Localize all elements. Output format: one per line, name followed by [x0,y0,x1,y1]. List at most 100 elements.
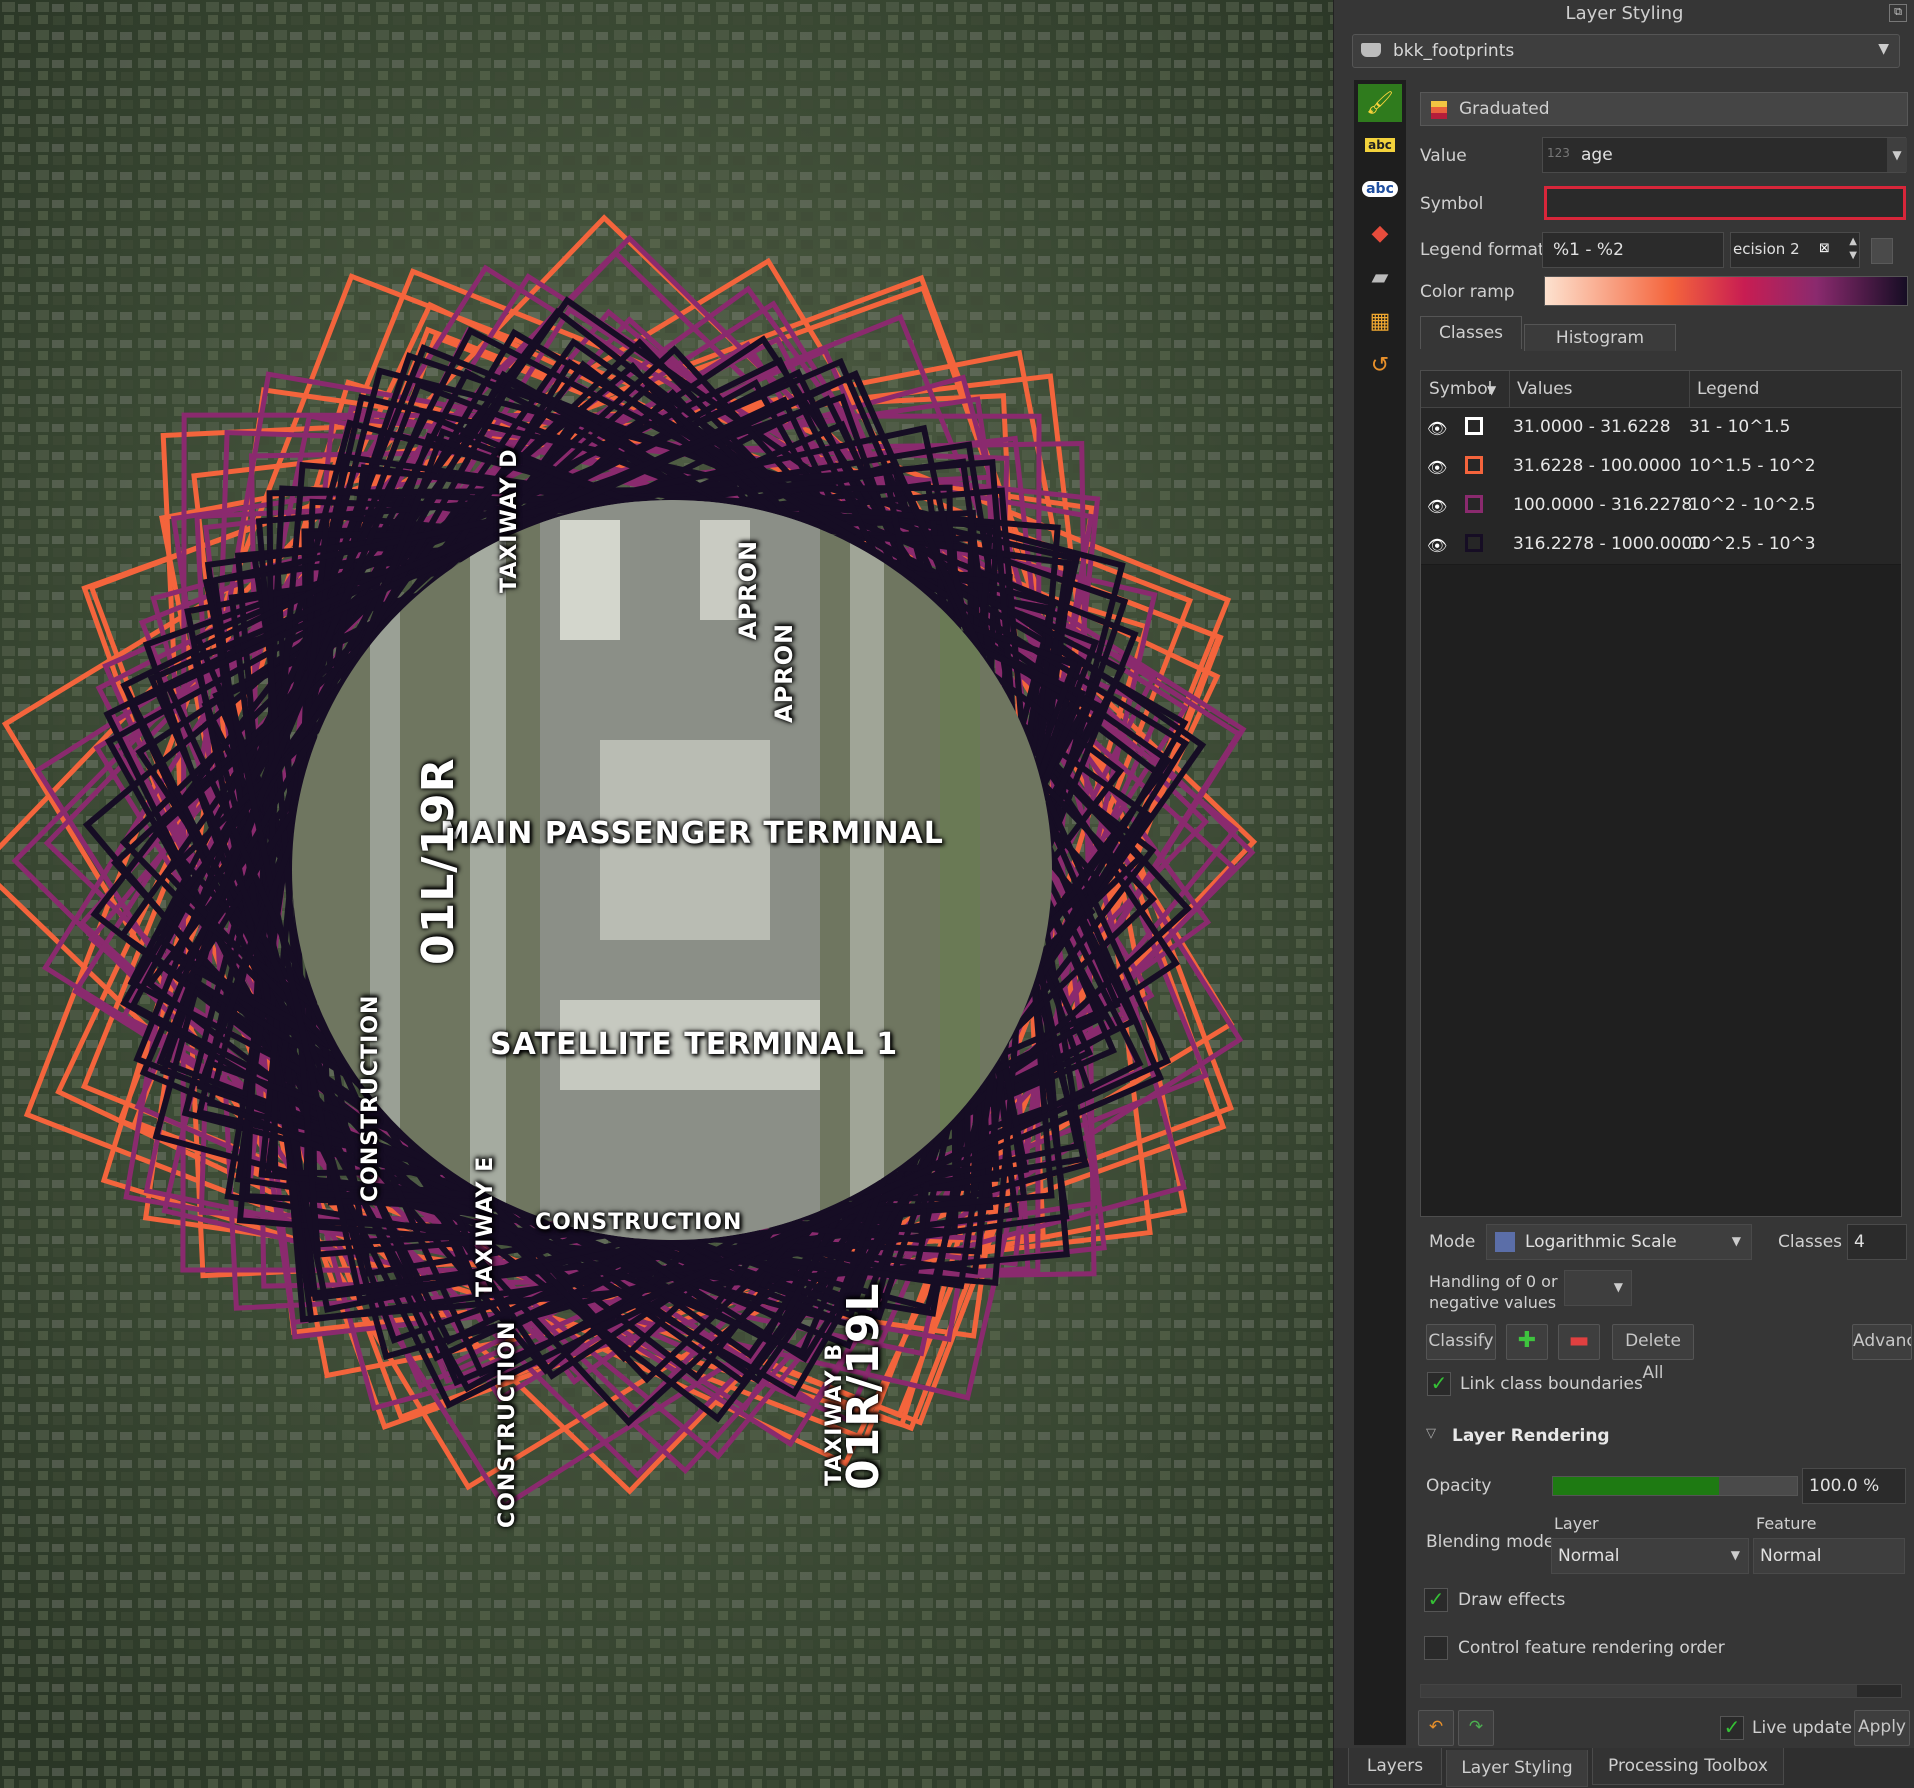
history-icon[interactable]: ↺ [1358,346,1402,384]
control-order-checkbox[interactable] [1424,1636,1448,1660]
float-panel-button[interactable]: ⧉ [1889,4,1907,22]
precision-value: ecision 2 [1733,240,1800,258]
class-symbol-swatch[interactable] [1465,534,1483,552]
diagrams-icon[interactable]: ▰ [1358,258,1402,296]
label-taxiway-e: TAXIWAY E [473,1155,498,1297]
handling-label-2: negative values [1429,1293,1557,1312]
tab-histogram[interactable]: Histogram [1524,324,1676,351]
sort-down-icon: ▼ [1487,383,1497,397]
table-row[interactable]: 👁 316.2278 - 1000.0000 10^2.5 - 10^3 [1421,525,1901,565]
opacity-slider[interactable] [1552,1476,1798,1496]
blend-feature-col: Feature [1756,1514,1817,1533]
fields-icon[interactable]: ▦ [1358,302,1402,340]
class-legend[interactable]: 10^1.5 - 10^2 [1689,456,1816,476]
masks-icon[interactable]: abc [1358,170,1402,208]
opacity-spinbox[interactable]: 100.0 % [1802,1468,1906,1504]
feature-blend-value: Normal [1760,1546,1822,1566]
handling-select[interactable]: ▼ [1564,1270,1632,1306]
legend-format-value: %1 - %2 [1553,240,1624,260]
header-separator [1689,371,1690,407]
map-canvas[interactable]: MAIN PASSENGER TERMINAL SATELLITE TERMIN… [0,0,1333,1788]
tab-processing-toolbox[interactable]: Processing Toolbox [1592,1748,1784,1785]
symbol-button[interactable] [1544,186,1906,220]
table-row[interactable]: 👁 31.0000 - 31.6228 31 - 10^1.5 [1421,408,1901,448]
class-symbol-swatch[interactable] [1465,417,1483,435]
spin-arrows-icon[interactable]: ▲ ▼ [1849,235,1857,263]
chevron-down-icon: ▼ [1731,1234,1741,1248]
label-taxiway-d: TAXIWAY D [497,448,522,593]
precision-spinbox[interactable]: ecision 2 ⊠ ▲ ▼ [1730,232,1860,268]
delete-all-button[interactable]: Delete All [1612,1324,1694,1383]
class-values[interactable]: 100.0000 - 316.2278 [1513,495,1692,515]
class-legend[interactable]: 10^2.5 - 10^3 [1689,534,1816,554]
visibility-eye-icon[interactable]: 👁 [1427,458,1447,477]
header-legend[interactable]: Legend [1697,379,1759,399]
label-construction-2: CONSTRUCTION [535,1210,743,1235]
classify-button[interactable]: Classify [1426,1324,1496,1360]
legend-format-input[interactable]: %1 - %2 [1542,232,1724,268]
dock-tabs: Layers Layer Styling Processing Toolbox [1334,1748,1914,1788]
live-update-checkbox[interactable]: ✓ [1720,1716,1744,1740]
live-update-label: Live update [1752,1718,1853,1738]
color-ramp-button[interactable] [1544,276,1908,306]
renderer-select[interactable]: Graduated [1420,92,1908,126]
layer-blend-select[interactable]: Normal ▼ [1551,1538,1749,1574]
value-label: Value [1420,146,1467,166]
visibility-eye-icon[interactable]: 👁 [1427,419,1447,438]
scrollbar-handle[interactable] [1421,1685,1857,1697]
class-symbol-swatch[interactable] [1465,456,1483,474]
add-class-icon[interactable]: ✚ [1506,1324,1548,1360]
clear-icon[interactable]: ⊠ [1819,241,1830,256]
opacity-value: 100.0 % [1809,1476,1880,1496]
table-row[interactable]: 👁 31.6228 - 100.0000 10^1.5 - 10^2 [1421,447,1901,487]
class-legend[interactable]: 10^2 - 10^2.5 [1689,495,1816,515]
control-order-label: Control feature rendering order [1458,1638,1725,1658]
mode-select[interactable]: Logarithmic Scale ▼ [1486,1224,1752,1260]
legend-settings-button[interactable] [1871,238,1893,264]
layer-select-value: bkk_footprints [1393,41,1515,61]
labels-icon[interactable]: abc [1358,126,1402,164]
blend-layer-col: Layer [1554,1514,1599,1533]
graduated-icon [1431,101,1447,119]
draw-effects-checkbox[interactable]: ✓ [1424,1588,1448,1612]
class-values[interactable]: 316.2278 - 1000.0000 [1513,534,1703,554]
label-satellite-terminal: SATELLITE TERMINAL 1 [490,1027,899,1062]
class-values[interactable]: 31.0000 - 31.6228 [1513,417,1671,437]
handling-label-1: Handling of 0 or [1429,1272,1558,1291]
class-values[interactable]: 31.6228 - 100.0000 [1513,456,1681,476]
value-field-select[interactable]: 123 age ▼ [1542,137,1907,173]
table-row[interactable]: 👁 100.0000 - 316.2278 10^2 - 10^2.5 [1421,486,1901,526]
mode-value: Logarithmic Scale [1525,1232,1677,1252]
3d-view-icon[interactable]: ◆ [1358,214,1402,252]
collapse-arrow-icon[interactable]: ▽ [1426,1426,1436,1441]
label-apron-2: APRON [770,622,798,723]
tab-layers[interactable]: Layers [1348,1748,1442,1785]
visibility-eye-icon[interactable]: 👁 [1427,536,1447,555]
legend-format-label: Legend format [1420,240,1545,260]
label-runway-east: 01R/19L [838,1282,889,1490]
layer-polygon-icon [1361,43,1381,57]
classes-table[interactable]: Symbol ▼ Values Legend 👁 31.0000 - 31.622… [1420,370,1902,1217]
class-legend[interactable]: 31 - 10^1.5 [1689,417,1791,437]
opacity-label: Opacity [1426,1476,1492,1496]
tab-layer-styling[interactable]: Layer Styling [1446,1750,1588,1787]
tab-classes[interactable]: Classes [1420,316,1522,349]
class-symbol-swatch[interactable] [1465,495,1483,513]
undo-icon[interactable]: ↶ [1418,1710,1454,1746]
feature-blend-select[interactable]: Normal [1753,1538,1905,1574]
redo-icon[interactable]: ↷ [1458,1710,1494,1746]
horizontal-scrollbar[interactable] [1420,1684,1902,1698]
header-values[interactable]: Values [1517,379,1573,399]
chevron-down-icon: ▼ [1887,138,1907,172]
layer-select[interactable]: bkk_footprints ▼ [1352,34,1900,68]
advanced-button[interactable]: Advanc [1852,1324,1912,1360]
symbology-icon[interactable]: 🖌 [1358,84,1402,122]
layer-rendering-title[interactable]: Layer Rendering [1452,1426,1610,1446]
value-field: age [1581,145,1613,165]
remove-class-icon[interactable]: ▬ [1558,1324,1600,1360]
visibility-eye-icon[interactable]: 👁 [1427,497,1447,516]
header-symbol[interactable]: Symbol [1429,379,1492,399]
link-boundaries-checkbox[interactable]: ✓ [1427,1372,1451,1396]
apply-button[interactable]: Apply [1854,1710,1910,1746]
classes-spinbox[interactable]: 4 [1847,1224,1907,1260]
